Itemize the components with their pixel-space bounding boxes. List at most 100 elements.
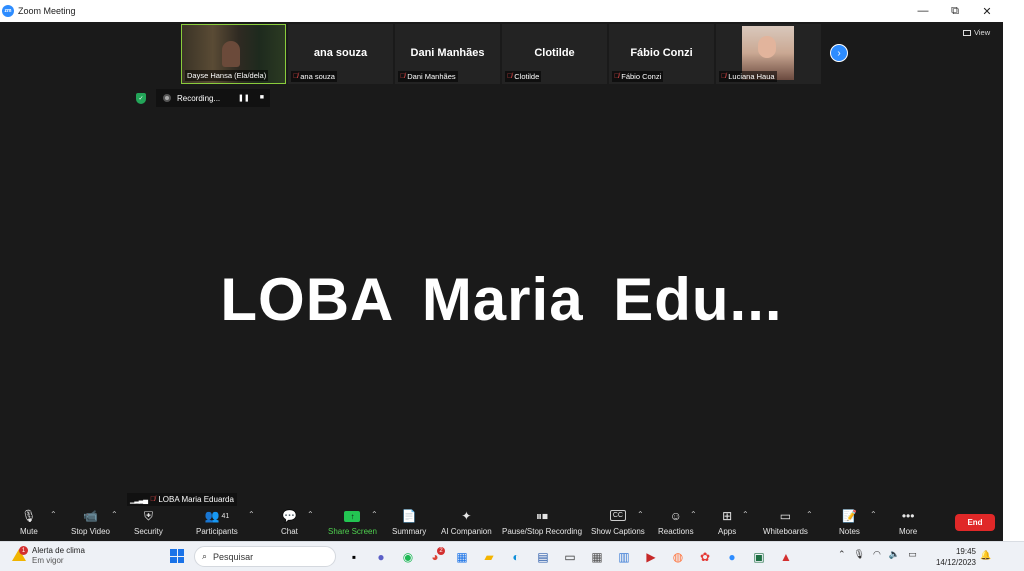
media-icon[interactable]: ▶ (641, 547, 661, 567)
notes-icon: 📝 (841, 509, 857, 523)
self-name: LOBA Maria Eduarda (158, 495, 234, 504)
whiteboards-label: Whiteboards (763, 527, 808, 536)
apps-options-caret[interactable]: ⌃ (742, 510, 749, 519)
windows-start-icon[interactable] (170, 549, 184, 563)
notes-options-caret[interactable]: ⌃ (870, 510, 877, 519)
mute-label: Mute (20, 527, 38, 536)
participant-label: 🎙̸ Fábio Conzi (612, 71, 664, 82)
shield-icon: ⛨ (143, 508, 153, 523)
pause-recording-button[interactable]: ❚❚ (238, 94, 250, 102)
title-bar: zm Zoom Meeting — ⧉ ✕ (0, 0, 1003, 22)
apps-button[interactable]: ⊞ Apps (718, 508, 736, 536)
apps-label: Apps (718, 527, 737, 536)
participant-big-name: ana souza (313, 47, 368, 59)
encryption-shield-icon[interactable]: ✓ (136, 93, 146, 104)
reactions-options-caret[interactable]: ⌃ (690, 510, 697, 519)
person-silhouette (222, 41, 240, 67)
participant-tile[interactable]: Dani Manhães 🎙̸ Dani Manhães (395, 24, 500, 84)
notepad-icon[interactable]: ▥ (614, 547, 634, 567)
calculator-icon[interactable]: ▦ (587, 547, 607, 567)
participant-tile[interactable]: Clotilde 🎙̸ Clotilde (502, 24, 607, 84)
notification-bell-icon[interactable]: 🔔 (980, 550, 991, 561)
mute-button[interactable]: 🎙 Mute (20, 508, 38, 536)
pause-stop-recording-button[interactable]: ⏸⏹ Pause/Stop Recording (502, 508, 582, 537)
more-dots-icon: ••• (901, 509, 915, 523)
participant-tile[interactable]: Dayse Hansa (Ela/dela) (181, 24, 286, 84)
share-screen-icon: ↑ (344, 510, 361, 522)
share-options-caret[interactable]: ⌃ (371, 510, 378, 519)
view-button[interactable]: View (963, 28, 990, 37)
weather-widget[interactable]: 1 Alerta de clima Em vigor (12, 546, 85, 566)
excel-icon[interactable]: ▣ (749, 547, 769, 567)
notes-button[interactable]: 📝 Notes (839, 508, 860, 536)
app-icon[interactable]: ▤ (533, 547, 553, 567)
maximize-button[interactable]: ⧉ (939, 0, 971, 22)
tray-microphone-icon[interactable]: 🎙 (854, 549, 865, 560)
ai-companion-label: AI Companion (441, 527, 492, 536)
mic-muted-icon: 🎙̸ (400, 73, 406, 80)
reactions-label: Reactions (658, 527, 694, 536)
whiteboards-options-caret[interactable]: ⌃ (806, 510, 813, 519)
window-title: Zoom Meeting (18, 6, 76, 16)
close-button[interactable]: ✕ (971, 0, 1003, 22)
participant-tile[interactable]: 🎙̸ Luciana Haua (716, 24, 821, 84)
wifi-icon[interactable]: ◠ (873, 549, 881, 560)
chrome-badge: 2 (437, 547, 445, 555)
participants-button[interactable]: 👥 41 Participants (196, 508, 238, 536)
microphone-icon: 🎙 (21, 509, 37, 523)
participant-tile[interactable]: Fábio Conzi 🎙̸ Fábio Conzi (609, 24, 714, 84)
tray-overflow-chevron-icon[interactable]: ⌃ (838, 549, 846, 560)
teams-chat-icon[interactable]: ● (371, 547, 391, 567)
desktop-app-icon[interactable]: ▭ (560, 547, 580, 567)
chrome-icon[interactable]: ◕ 2 (425, 547, 445, 567)
acrobat-icon[interactable]: ▲ (776, 547, 796, 567)
notes-label: Notes (839, 527, 860, 536)
chat-button[interactable]: 💬 Chat (281, 508, 298, 536)
minimize-button[interactable]: — (907, 0, 939, 22)
participant-label: 🎙̸ Luciana Haua (719, 71, 777, 82)
end-meeting-button[interactable]: End (955, 514, 995, 531)
video-camera-icon: 📹 (83, 509, 98, 523)
folder-icon[interactable]: ▰ (479, 547, 499, 567)
gallery-next-button[interactable]: › (830, 44, 848, 62)
stop-recording-button[interactable]: ■ (260, 94, 264, 102)
share-screen-button[interactable]: ↑ Share Screen (328, 508, 377, 536)
audio-options-caret[interactable]: ⌃ (50, 510, 57, 519)
edge-icon[interactable]: ◐ (506, 547, 526, 567)
stop-video-button[interactable]: 📹 Stop Video (71, 508, 110, 536)
participant-big-name: Dani Manhães (410, 47, 485, 59)
zoom-taskbar-icon[interactable]: ● (722, 547, 742, 567)
participants-options-caret[interactable]: ⌃ (248, 510, 255, 519)
security-label: Security (134, 527, 163, 536)
security-button[interactable]: ⛨ Security (134, 508, 163, 537)
whiteboards-button[interactable]: ▭ Whiteboards (763, 508, 808, 536)
paint-icon[interactable]: ✿ (695, 547, 715, 567)
meeting-toolbar: 🎙 Mute ⌃ 📹 Stop Video ⌃ ⛨ Security 👥 41 Parti… (0, 506, 1003, 541)
battery-icon[interactable]: ▭ (908, 549, 917, 560)
reactions-button[interactable]: ☺ Reactions (658, 508, 694, 536)
chat-label: Chat (281, 527, 298, 536)
active-speaker-name: LOBA Maria Edu... (220, 266, 783, 333)
chat-options-caret[interactable]: ⌃ (307, 510, 314, 519)
mic-muted-icon: 🎙̸ (293, 73, 299, 80)
ai-companion-button[interactable]: ✦ AI Companion (441, 508, 492, 536)
clock-time: 19:45 (955, 547, 976, 556)
captions-options-caret[interactable]: ⌃ (637, 510, 644, 519)
taskbar-search-box[interactable]: ⌕ Pesquisar (194, 546, 336, 567)
more-button[interactable]: ••• More (899, 508, 917, 536)
file-explorer-dark-icon[interactable]: ▪ (344, 547, 364, 567)
volume-icon[interactable]: 🔈 (889, 549, 900, 560)
meeting-area: Dayse Hansa (Ela/dela) ana souza 🎙̸ ana s… (0, 22, 1003, 541)
weather-alert-icon: 1 (12, 546, 28, 563)
mic-muted-icon: 🎙̸ (614, 73, 620, 80)
participant-tile[interactable]: ana souza 🎙̸ ana souza (288, 24, 393, 84)
video-options-caret[interactable]: ⌃ (111, 510, 118, 519)
more-label: More (899, 527, 918, 536)
apps-icon: ⊞ (722, 509, 733, 523)
show-captions-label: Show Captions (591, 527, 645, 536)
spotify-icon[interactable]: ◉ (398, 547, 418, 567)
summary-button[interactable]: 📄 Summary (392, 508, 426, 536)
store-icon[interactable]: ▦ (452, 547, 472, 567)
firefox-icon[interactable]: ◍ (668, 547, 688, 567)
taskbar-clock[interactable]: 19:45 14/12/2023 (934, 546, 976, 568)
